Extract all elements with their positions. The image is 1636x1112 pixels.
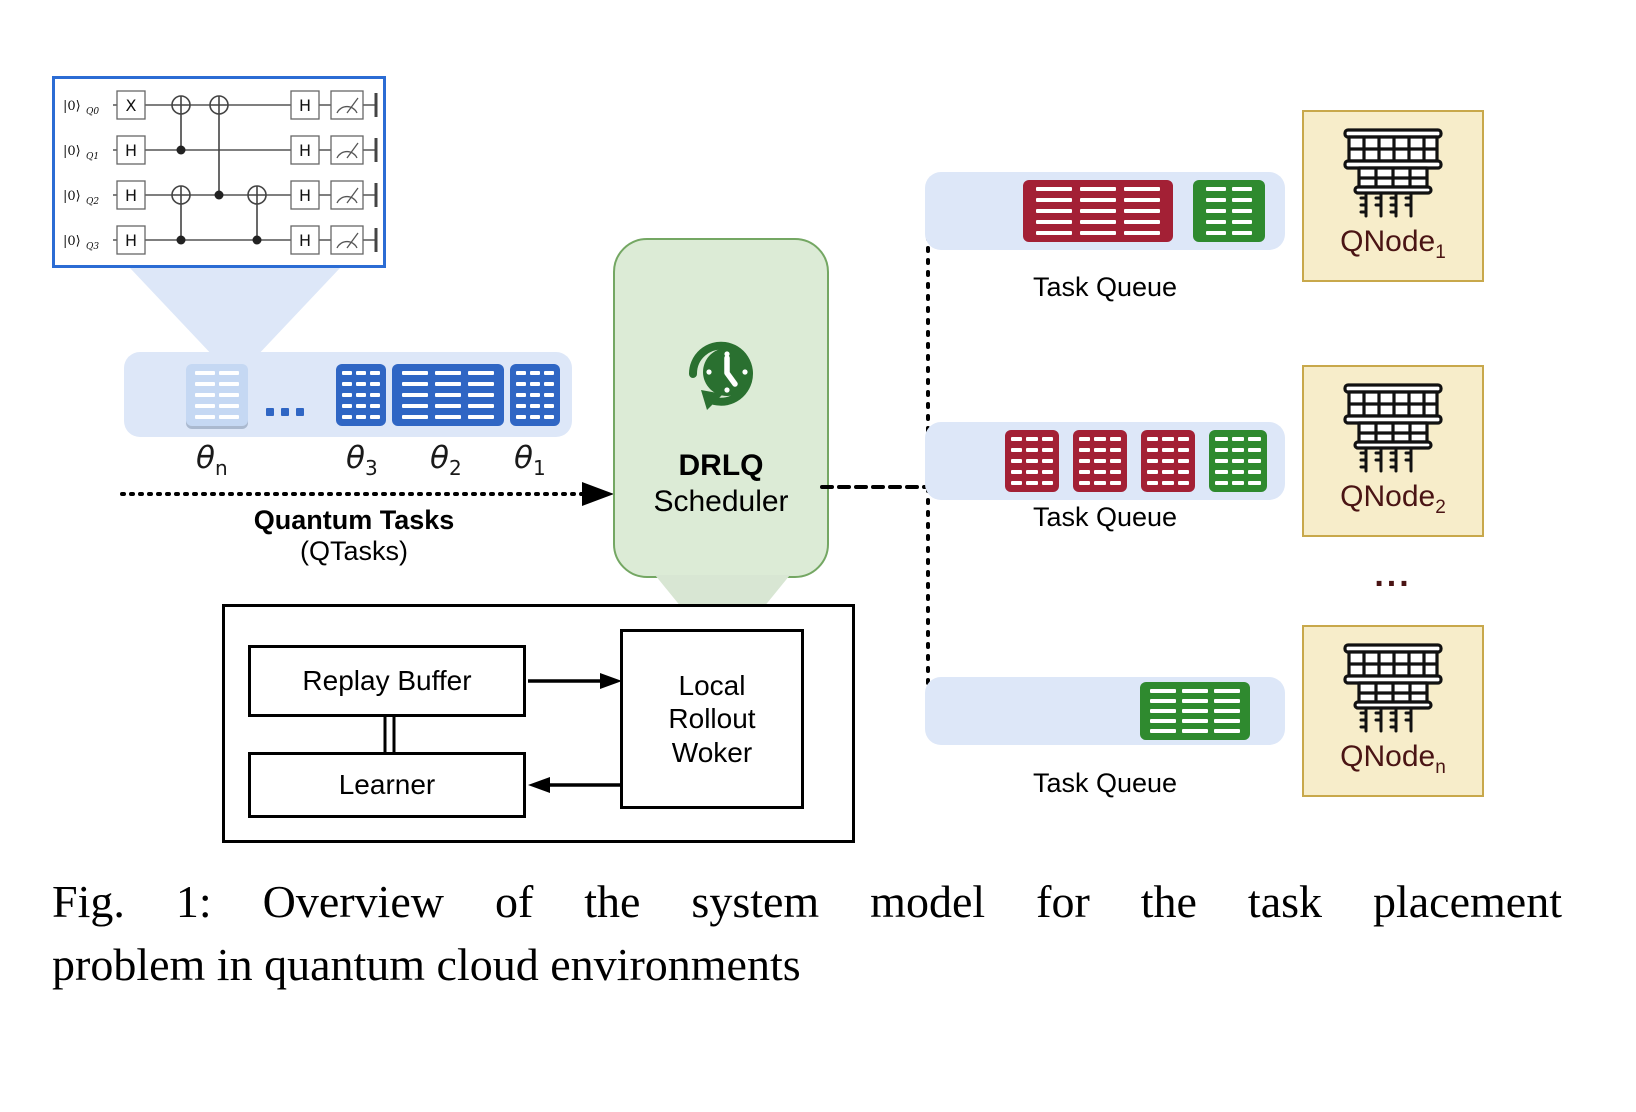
svg-text:Q1: Q1: [86, 152, 99, 162]
theta-label-n: θn: [196, 440, 228, 481]
task-queue-3-label: Task Queue: [1032, 768, 1178, 798]
qnode-ellipsis: ...: [1374, 556, 1412, 594]
queue3-task-block-green[interactable]: [1140, 682, 1250, 740]
svg-text:H: H: [299, 186, 311, 205]
quantum-computer-icon: [1343, 383, 1443, 473]
qnode-n-label: QNoden: [1340, 740, 1446, 778]
task-queue-2-label: Task Queue: [1032, 502, 1178, 532]
quantum-tasks-title: Quantum Tasks: [253, 505, 455, 535]
svg-text:X: X: [126, 96, 137, 115]
svg-text:H: H: [299, 141, 311, 160]
theta-label-1: θ1: [514, 440, 546, 481]
clock-refresh-icon: [688, 341, 753, 410]
quantum-circuit-card: |0⟩ Q0 |0⟩ Q1 |0⟩ Q2 |0⟩ Q3 X H H H H H …: [52, 76, 386, 268]
qnode-2-card[interactable]: QNode2: [1302, 365, 1484, 537]
queue2-task-block-red-2[interactable]: [1073, 430, 1127, 492]
svg-text:Q2: Q2: [86, 197, 99, 207]
task-block-theta-1[interactable]: [510, 364, 560, 426]
task-queue-3: [925, 677, 1285, 745]
svg-text:H: H: [125, 186, 137, 205]
quantum-tasks-subtitle: (QTasks): [300, 536, 408, 567]
queue2-task-block-red-3[interactable]: [1141, 430, 1195, 492]
task-queue-1-label: Task Queue: [1032, 272, 1178, 302]
svg-text:|0⟩: |0⟩: [63, 189, 81, 204]
svg-text:H: H: [125, 141, 137, 160]
svg-text:|0⟩: |0⟩: [63, 144, 81, 159]
circuit-to-tasks-funnel: [130, 268, 340, 358]
task-queue-1: [925, 172, 1285, 250]
quantum-task-blocks: [124, 352, 572, 437]
quantum-circuit-svg: |0⟩ Q0 |0⟩ Q1 |0⟩ Q2 |0⟩ Q3 X H H H H H …: [63, 90, 378, 255]
theta-label-2: θ2: [430, 440, 462, 481]
svg-text:Q3: Q3: [86, 242, 99, 252]
svg-text:H: H: [125, 231, 137, 250]
qnode-1-label: QNode1: [1340, 225, 1446, 263]
queue1-task-block-green[interactable]: [1193, 180, 1265, 242]
drlq-subtitle: Scheduler: [653, 485, 789, 518]
queue2-task-block-red-1[interactable]: [1005, 430, 1059, 492]
task-block-theta-n[interactable]: [186, 364, 248, 426]
drlq-scheduler-card[interactable]: DRLQ Scheduler: [613, 238, 829, 578]
theta-labels: θn θ3 θ2 θ1: [124, 440, 572, 482]
task-block-theta-3[interactable]: [336, 364, 386, 426]
task-ellipsis-dots: [266, 408, 304, 416]
quantum-tasks-bar: [124, 352, 572, 437]
qnode-1-card[interactable]: QNode1: [1302, 110, 1484, 282]
quantum-computer-icon: [1343, 643, 1443, 733]
quantum-tasks-label: Quantum Tasks (QTasks): [124, 505, 584, 568]
caption-line-1: Fig. 1: Overview of the system model for…: [52, 876, 1562, 927]
svg-text:Q0: Q0: [86, 107, 99, 117]
figure-caption: Fig. 1: Overview of the system model for…: [52, 870, 1562, 997]
qnode-2-label: QNode2: [1340, 480, 1446, 518]
quantum-computer-icon: [1343, 128, 1443, 218]
caption-line-2: problem in quantum cloud environments: [52, 939, 801, 991]
drlq-scheduler-text: DRLQ Scheduler: [615, 448, 827, 520]
task-queue-2: [925, 422, 1285, 500]
figure-canvas: |0⟩ Q0 |0⟩ Q1 |0⟩ Q2 |0⟩ Q3 X H H H H H …: [0, 0, 1636, 1112]
drlq-title: DRLQ: [678, 449, 764, 482]
drl-internal-arrows: [383, 673, 622, 793]
theta-label-3: θ3: [346, 440, 378, 481]
svg-text:|0⟩: |0⟩: [63, 99, 81, 114]
queue2-task-block-green[interactable]: [1209, 430, 1267, 492]
task-block-theta-2[interactable]: [392, 364, 504, 426]
svg-text:H: H: [299, 96, 311, 115]
svg-text:H: H: [299, 231, 311, 250]
qnode-n-card[interactable]: QNoden: [1302, 625, 1484, 797]
queue1-task-block-red[interactable]: [1023, 180, 1173, 242]
svg-text:|0⟩: |0⟩: [63, 234, 81, 249]
